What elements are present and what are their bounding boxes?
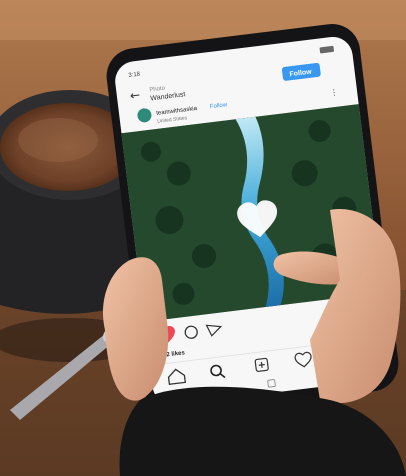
more-options-icon: ⋮ <box>330 88 339 98</box>
photo-scene: 3:18 ← Photo Wanderlust Follow teamwiths… <box>0 0 406 476</box>
back-arrow-icon: ← <box>129 88 141 103</box>
